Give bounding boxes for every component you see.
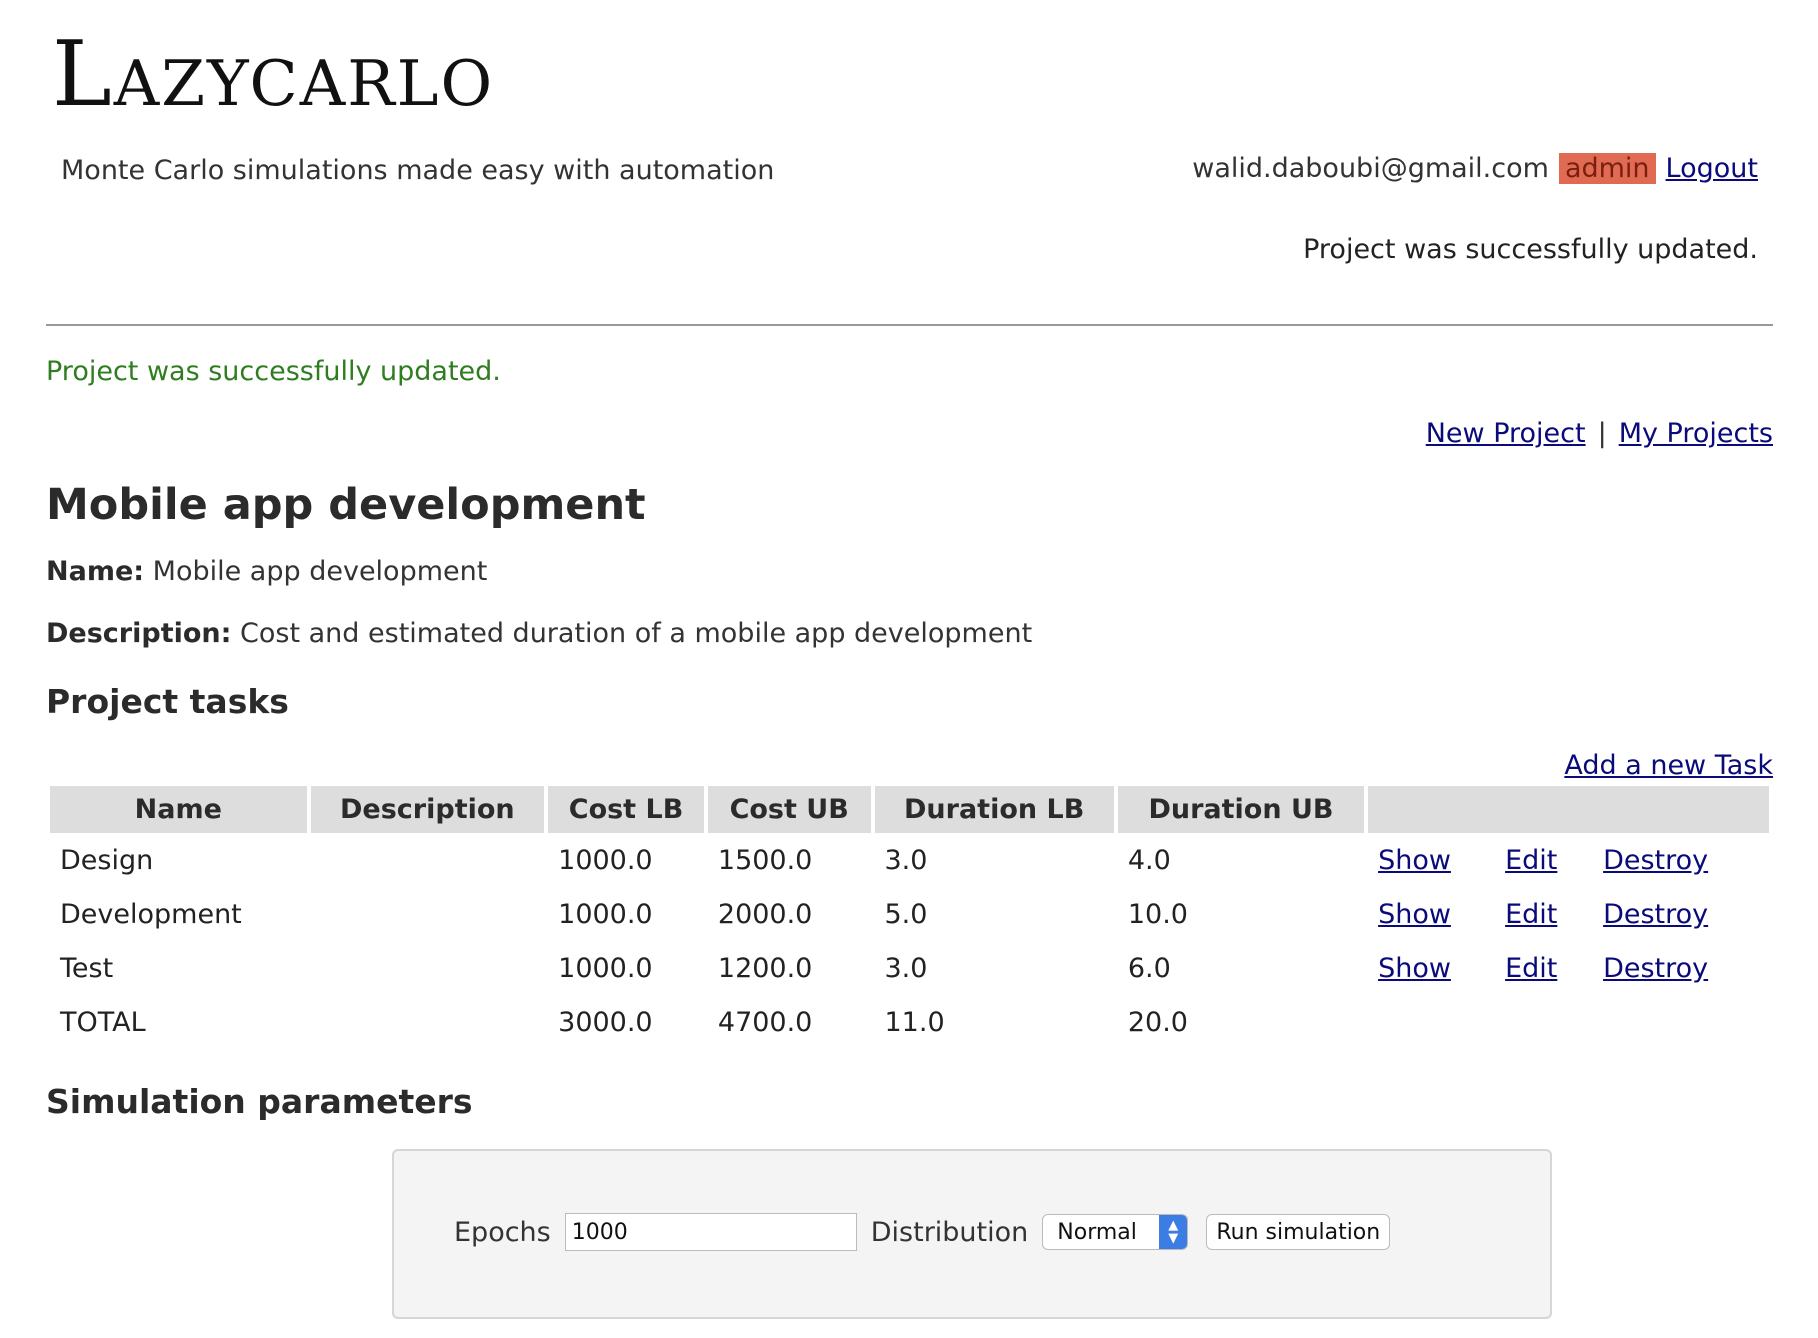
total-cost-lb: 3000.0 (558, 1006, 653, 1038)
task-duration-lb: 3.0 (884, 952, 928, 984)
flash-notice: Project was successfully updated. (46, 356, 501, 387)
simulation-form: Epochs Distribution Normal ▲▼ Run simula… (392, 1149, 1552, 1319)
task-cost-lb: 1000.0 (558, 952, 653, 984)
task-duration-ub: 10.0 (1127, 898, 1188, 930)
tasks-heading: Project tasks (46, 682, 289, 721)
task-cost-lb: 1000.0 (558, 898, 653, 930)
new-project-link[interactable]: New Project (1426, 418, 1586, 449)
add-task-link[interactable]: Add a new Task (1564, 750, 1773, 781)
total-label: TOTAL (60, 1006, 146, 1038)
task-cost-ub: 1200.0 (717, 952, 813, 984)
edit-task-link[interactable]: Edit (1505, 845, 1603, 876)
destroy-task-link[interactable]: Destroy (1603, 899, 1708, 930)
col-description-header: Description (310, 786, 545, 833)
app-tagline: Monte Carlo simulations made easy with a… (61, 155, 775, 186)
task-name: Design (60, 844, 154, 876)
project-name-value: Mobile app development (152, 556, 488, 587)
col-cost-ub-header: Cost UB (707, 786, 871, 833)
edit-task-link[interactable]: Edit (1505, 899, 1603, 930)
task-description (311, 941, 545, 995)
table-row: Test 1000.0 1200.0 3.0 6.0 Show Edit Des… (50, 941, 1769, 995)
table-total-row: TOTAL 3000.0 4700.0 11.0 20.0 (50, 995, 1769, 1049)
page-title: Mobile app development (46, 480, 646, 530)
task-description (311, 887, 545, 941)
table-header-row: Name Description Cost LB Cost UB Duratio… (50, 786, 1769, 833)
tasks-table: Name Description Cost LB Cost UB Duratio… (46, 786, 1773, 1049)
table-row: Development 1000.0 2000.0 5.0 10.0 Show … (50, 887, 1769, 941)
project-name-label: Name: (46, 556, 145, 587)
col-name-header: Name (50, 786, 307, 833)
total-duration-lb: 11.0 (884, 1006, 945, 1038)
show-task-link[interactable]: Show (1378, 899, 1505, 930)
simulation-form-row: Epochs Distribution Normal ▲▼ Run simula… (454, 1213, 1391, 1251)
edit-task-link[interactable]: Edit (1505, 953, 1603, 984)
task-actions: Show Edit Destroy (1368, 941, 1769, 995)
total-cost-ub: 4700.0 (717, 1006, 813, 1038)
project-description-label: Description: (46, 618, 232, 649)
col-duration-ub-header: Duration UB (1117, 786, 1365, 833)
header-divider (46, 324, 1773, 326)
select-arrows-icon: ▲ ▼ (1159, 1215, 1188, 1249)
role-badge: admin (1558, 153, 1656, 184)
total-actions (1368, 995, 1769, 1049)
task-cost-ub: 1500.0 (717, 844, 813, 876)
col-duration-lb-header: Duration LB (874, 786, 1114, 833)
my-projects-link[interactable]: My Projects (1619, 418, 1773, 449)
project-description-field: Description: Cost and estimated duration… (46, 618, 1032, 649)
task-actions: Show Edit Destroy (1368, 887, 1769, 941)
app-logo: Lazycarlo (52, 22, 495, 127)
distribution-select[interactable]: Normal ▲ ▼ (1042, 1214, 1189, 1250)
project-nav-links: New Project | My Projects (1426, 418, 1773, 449)
task-actions: Show Edit Destroy (1368, 833, 1769, 887)
table-row: Design 1000.0 1500.0 3.0 4.0 Show Edit D… (50, 833, 1769, 887)
epochs-input[interactable] (564, 1213, 857, 1251)
project-name-field: Name: Mobile app development (46, 556, 487, 587)
epochs-label: Epochs (454, 1216, 551, 1248)
col-cost-lb-header: Cost LB (548, 786, 704, 833)
simulation-heading: Simulation parameters (46, 1082, 473, 1121)
total-duration-ub: 20.0 (1127, 1006, 1188, 1038)
task-duration-ub: 6.0 (1127, 952, 1171, 984)
show-task-link[interactable]: Show (1378, 953, 1505, 984)
task-cost-lb: 1000.0 (558, 844, 653, 876)
task-description (311, 833, 545, 887)
user-box: walid.daboubi@gmail.com admin Logout (1192, 153, 1758, 184)
header-notice: Project was successfully updated. (1303, 234, 1758, 265)
run-simulation-button[interactable]: Run simulation (1206, 1214, 1391, 1250)
task-name: Development (60, 898, 242, 930)
destroy-task-link[interactable]: Destroy (1603, 953, 1708, 984)
logout-link[interactable]: Logout (1666, 153, 1758, 184)
user-email: walid.daboubi@gmail.com (1192, 153, 1549, 184)
col-actions-header (1368, 786, 1769, 833)
task-duration-ub: 4.0 (1127, 844, 1171, 876)
task-duration-lb: 3.0 (884, 844, 928, 876)
project-description-value: Cost and estimated duration of a mobile … (240, 618, 1033, 649)
distribution-label: Distribution (870, 1216, 1029, 1248)
task-duration-lb: 5.0 (884, 898, 928, 930)
link-separator: | (1597, 418, 1607, 449)
distribution-selected-value: Normal (1057, 1219, 1137, 1245)
total-description (311, 995, 545, 1049)
show-task-link[interactable]: Show (1378, 845, 1505, 876)
destroy-task-link[interactable]: Destroy (1603, 845, 1708, 876)
task-name: Test (60, 952, 114, 984)
task-cost-ub: 2000.0 (717, 898, 813, 930)
